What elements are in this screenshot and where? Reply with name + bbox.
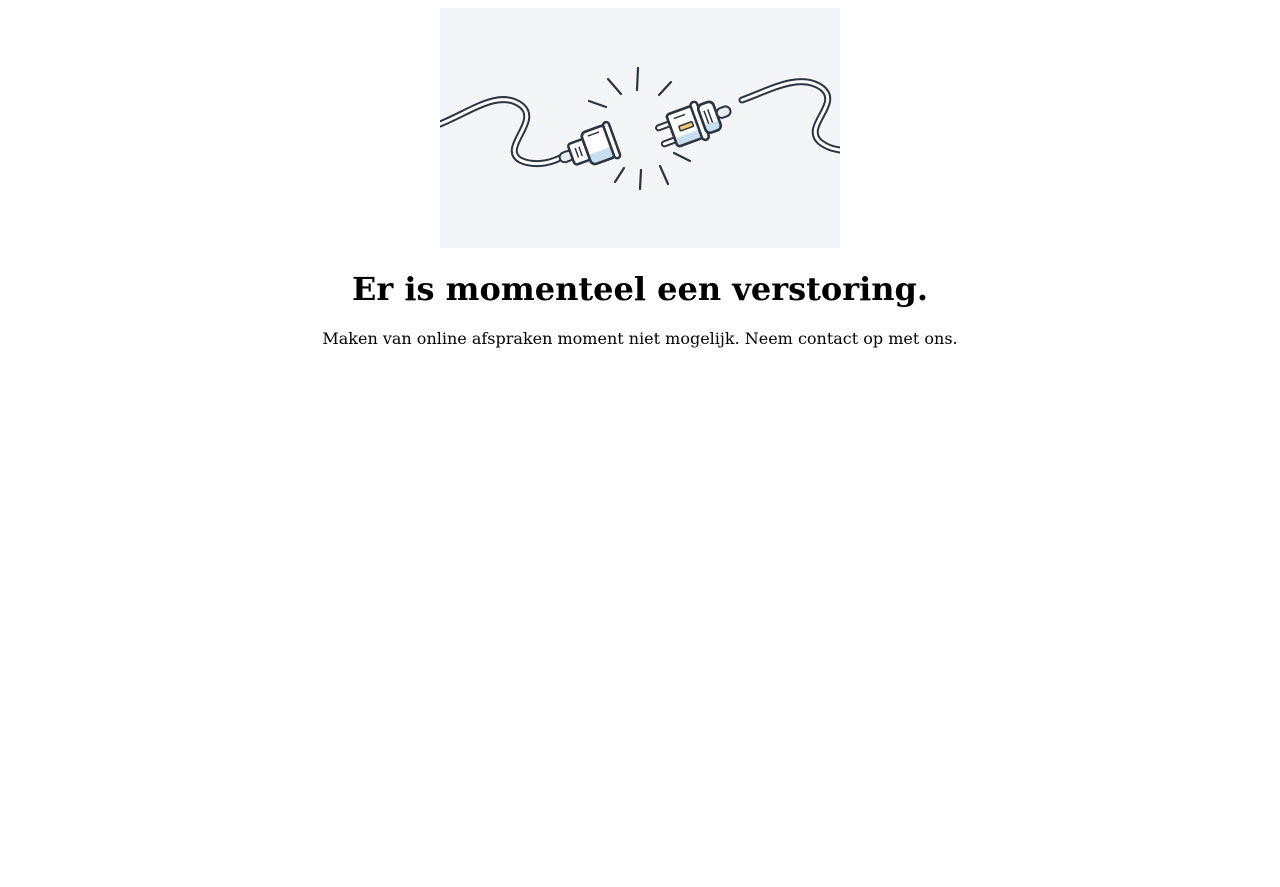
page-title: Er is momenteel een verstoring.: [351, 270, 929, 308]
error-message: Maken van online afspraken moment niet m…: [322, 329, 958, 348]
unplugged-cable-icon: [440, 8, 840, 248]
error-page: Er is momenteel een verstoring. Maken va…: [0, 0, 1280, 887]
